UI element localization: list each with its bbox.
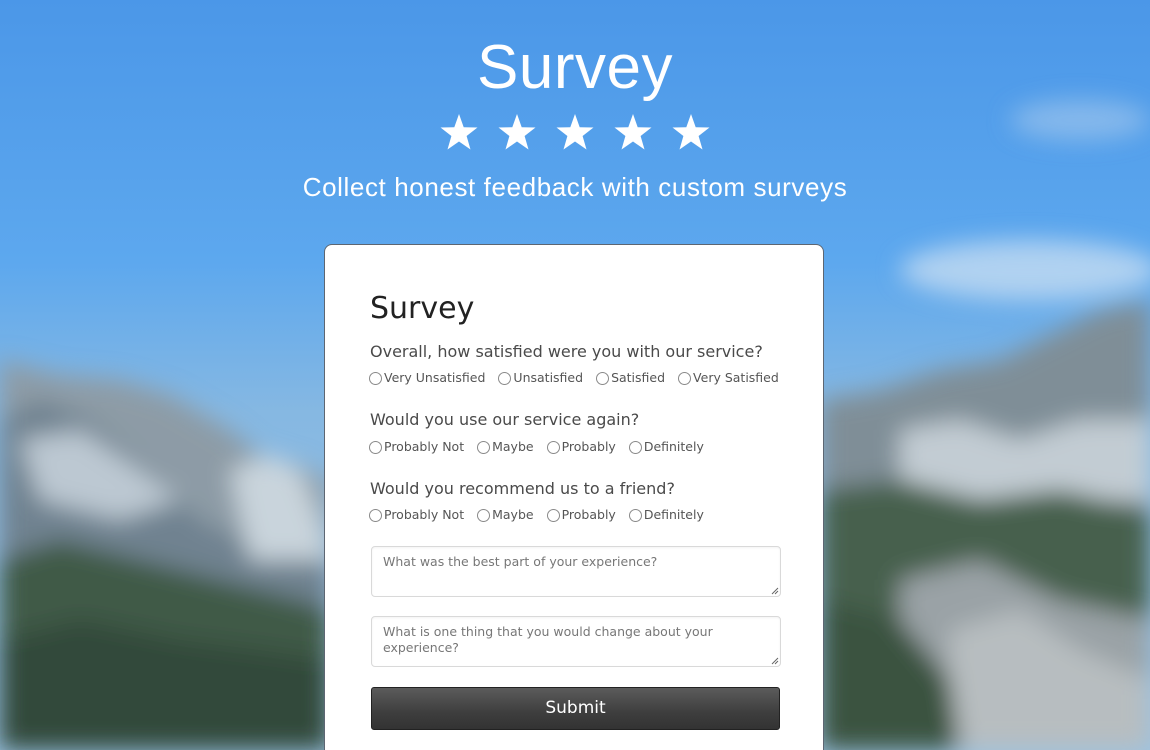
radio-button[interactable]	[628, 440, 642, 454]
option-definitely[interactable]: Definitely	[628, 438, 704, 456]
radio-button[interactable]	[678, 371, 692, 385]
option-label: Very Unsatisfied	[384, 370, 486, 385]
option-label: Probably Not	[384, 507, 465, 522]
question-use-again: Would you use our service again?	[370, 410, 640, 429]
hero-title: Survey	[477, 33, 673, 102]
option-very-satisfied[interactable]: Very Satisfied	[678, 369, 779, 387]
rating-stars	[0, 112, 1150, 152]
form-title: Survey	[370, 291, 475, 326]
radio-button[interactable]	[369, 371, 382, 385]
option-label: Probably	[561, 439, 616, 454]
star-icon	[498, 114, 536, 150]
radio-button[interactable]	[596, 371, 610, 385]
option-label: Maybe	[492, 439, 534, 454]
resize-grip-icon[interactable]	[770, 586, 779, 595]
radio-button[interactable]	[546, 508, 560, 522]
option-satisfied[interactable]: Satisfied	[596, 369, 665, 387]
hero-subtitle: Collect honest feedback with custom surv…	[302, 172, 848, 202]
option-label: Probably	[561, 507, 616, 522]
option-probably[interactable]: Probably	[546, 438, 616, 456]
best-part-placeholder: What was the best part of your experienc…	[383, 554, 658, 569]
change-textarea[interactable]: What is one thing that you would change …	[371, 616, 781, 667]
star-icon	[672, 114, 710, 150]
option-unsatisfied[interactable]: Unsatisfied	[498, 369, 583, 387]
radio-button[interactable]	[477, 508, 491, 522]
radio-button[interactable]	[498, 371, 512, 385]
option-label: Very Satisfied	[693, 370, 779, 385]
option-definitely[interactable]: Definitely	[628, 506, 704, 524]
options-use-again: Probably Not Maybe Probably Definitely	[369, 437, 717, 457]
best-part-textarea[interactable]: What was the best part of your experienc…	[371, 546, 781, 597]
option-probably[interactable]: Probably	[546, 506, 616, 524]
submit-button[interactable]: Submit	[371, 687, 780, 730]
option-label: Maybe	[492, 507, 534, 522]
option-label: Definitely	[643, 439, 704, 454]
option-label: Unsatisfied	[513, 370, 584, 385]
star-icon	[614, 114, 652, 150]
options-recommend: Probably Not Maybe Probably Definitely	[369, 505, 717, 525]
star-icon	[556, 114, 594, 150]
option-probably-not[interactable]: Probably Not	[369, 438, 464, 456]
star-icon	[440, 114, 478, 150]
resize-grip-icon[interactable]	[770, 656, 779, 665]
option-maybe[interactable]: Maybe	[477, 438, 534, 456]
option-very-unsatisfied[interactable]: Very Unsatisfied	[369, 369, 485, 387]
options-satisfaction: Very Unsatisfied Unsatisfied Satisfied V…	[369, 368, 792, 388]
option-maybe[interactable]: Maybe	[477, 506, 534, 524]
option-label: Definitely	[643, 507, 704, 522]
option-probably-not[interactable]: Probably Not	[369, 506, 464, 524]
radio-button[interactable]	[477, 440, 491, 454]
radio-button[interactable]	[546, 440, 560, 454]
radio-button[interactable]	[369, 508, 382, 522]
survey-form: Survey Overall, how satisfied were you w…	[324, 244, 824, 750]
question-recommend: Would you recommend us to a friend?	[370, 479, 675, 498]
radio-button[interactable]	[628, 508, 642, 522]
change-placeholder: What is one thing that you would change …	[383, 624, 713, 655]
question-satisfaction: Overall, how satisfied were you with our…	[370, 342, 763, 361]
option-label: Probably Not	[384, 439, 465, 454]
radio-button[interactable]	[369, 440, 382, 454]
option-label: Satisfied	[611, 370, 666, 385]
